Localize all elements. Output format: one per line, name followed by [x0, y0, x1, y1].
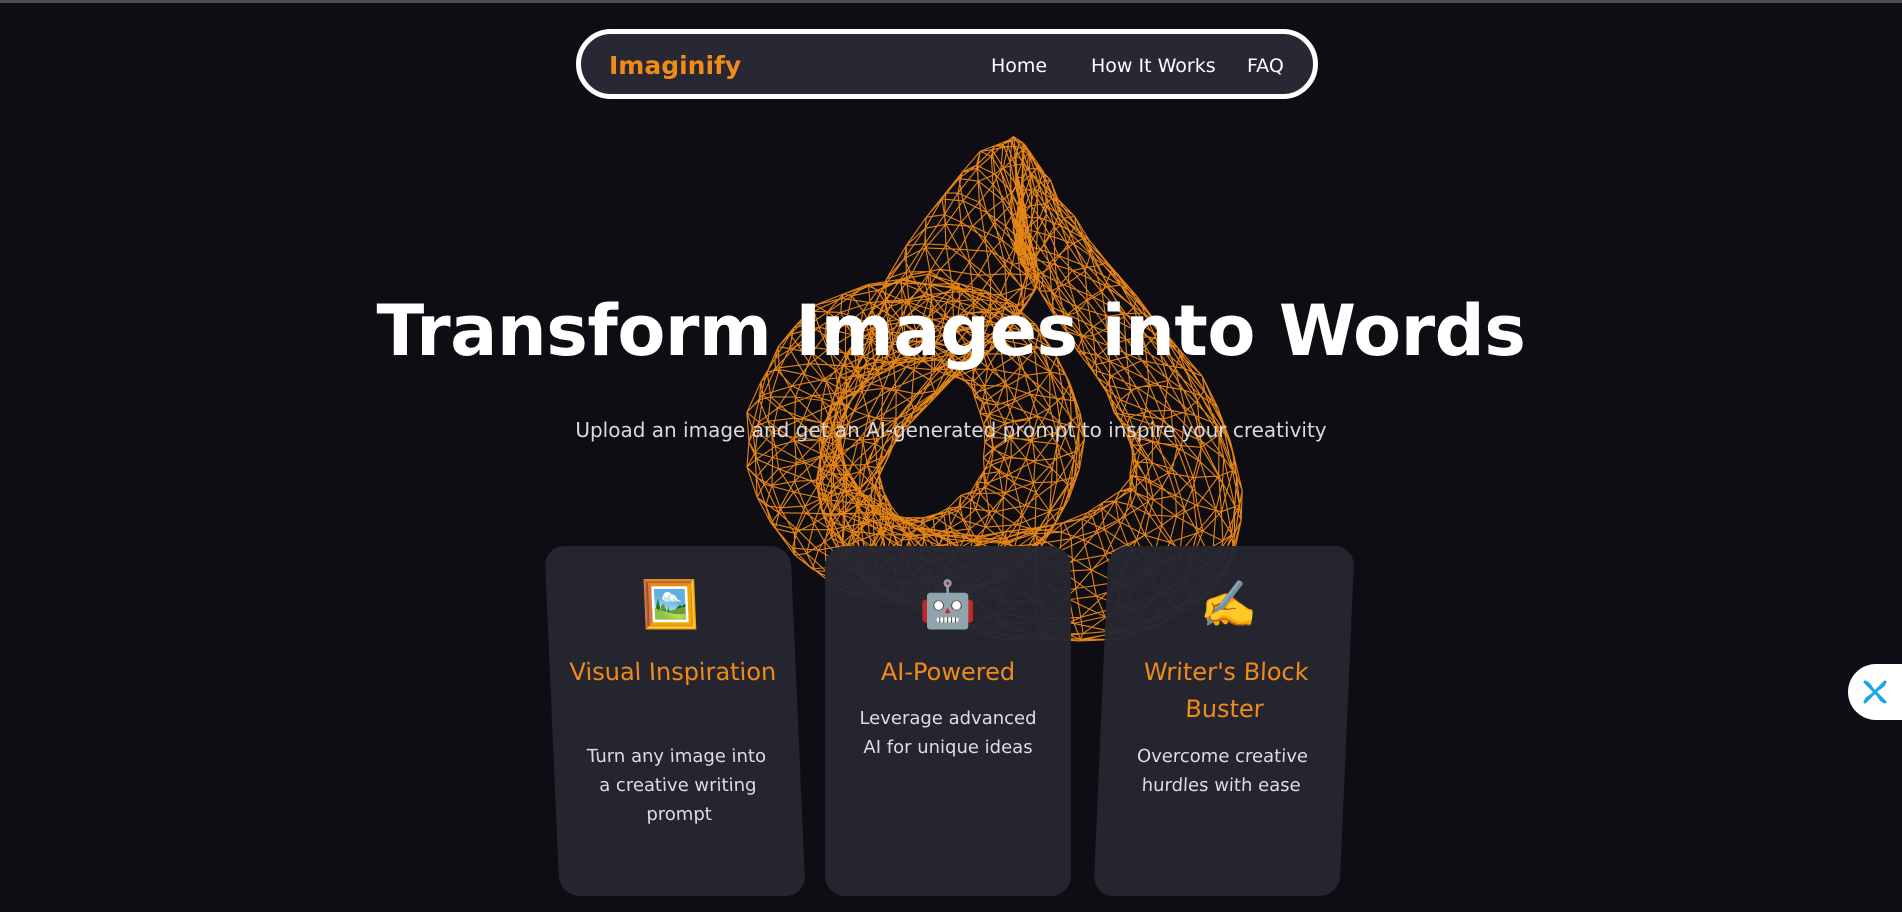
nav-link-home[interactable]: Home [991, 55, 1047, 77]
navbar: Imaginify Home How It Works FAQ [576, 29, 1318, 99]
feature-card-description: Overcome creative hurdles with ease [1136, 746, 1309, 796]
feature-card-title: Writer's Block Buster [1143, 658, 1310, 723]
feature-card-description: Leverage advanced AI for unique ideas [859, 708, 1037, 758]
feature-card-description: Turn any image into a creative writing p… [586, 746, 767, 825]
writing-hand-icon: ✍️ [1199, 577, 1259, 631]
feature-card-title: Visual Inspiration [568, 658, 777, 686]
nav-link-how-it-works[interactable]: How It Works [1091, 55, 1216, 77]
hero-subtitle: Upload an image and get an AI-generated … [575, 418, 1327, 442]
pinwheel-icon [1863, 680, 1887, 704]
hero-title: Transform Images into Words [376, 290, 1526, 372]
framed-picture-icon: 🖼️ [640, 577, 700, 631]
feature-card-ai-powered: 🤖 AI-Powered Leverage advanced AI for un… [825, 546, 1071, 896]
page: Imaginify Home How It Works FAQ Transfor… [0, 0, 1902, 912]
side-widget-button[interactable] [1848, 664, 1902, 720]
feature-card-writers-block-buster: ✍️ Writer's Block Buster Overcome creati… [1093, 546, 1355, 896]
nav-link-faq[interactable]: FAQ [1247, 55, 1284, 77]
feature-card-title: AI-Powered [880, 658, 1016, 686]
feature-card-visual-inspiration: 🖼️ Visual Inspiration Turn any image int… [544, 546, 806, 896]
brand-logo[interactable]: Imaginify [609, 51, 741, 80]
robot-icon: 🤖 [919, 577, 977, 631]
